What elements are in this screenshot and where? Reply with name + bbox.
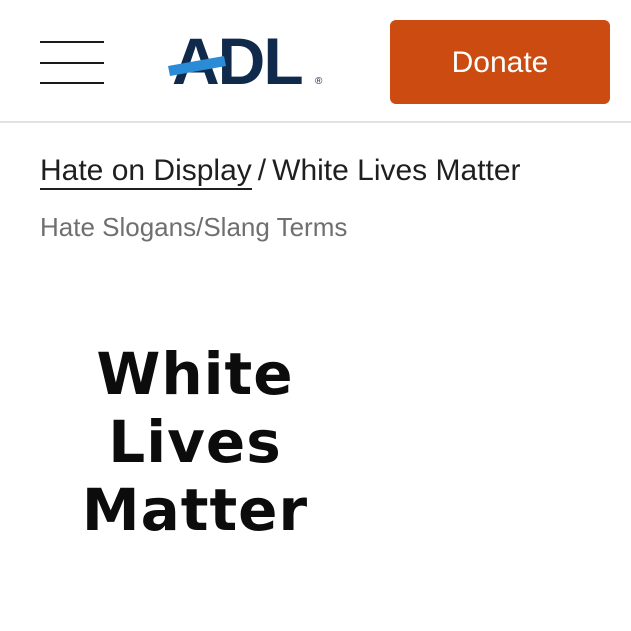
breadcrumb-separator: / xyxy=(257,154,267,187)
breadcrumb-current: White Lives Matter xyxy=(272,154,521,187)
donate-button[interactable]: Donate xyxy=(390,20,610,104)
breadcrumb-link-hate-on-display[interactable]: Hate on Display xyxy=(40,154,252,190)
menu-button[interactable] xyxy=(40,41,104,85)
breadcrumb: Hate on Display / White Lives Matter xyxy=(40,151,521,191)
category-label: Hate Slogans/Slang Terms xyxy=(40,212,348,242)
site-header: ADL ® Donate xyxy=(0,0,631,123)
svg-text:®: ® xyxy=(315,76,323,87)
adl-logo[interactable]: ADL ® xyxy=(166,26,328,90)
slogan-image-line: White xyxy=(96,340,294,408)
adl-logo-icon: ADL ® xyxy=(168,26,323,90)
slogan-image-line: Matter xyxy=(81,476,309,544)
slogan-image-line: Lives xyxy=(108,408,282,476)
hamburger-menu-icon-bar xyxy=(40,62,104,64)
slogan-image: White Lives Matter xyxy=(60,340,330,555)
svg-text:ADL: ADL xyxy=(172,26,302,90)
hamburger-menu-icon-bar xyxy=(40,82,104,84)
hamburger-menu-icon-bar xyxy=(40,41,104,43)
